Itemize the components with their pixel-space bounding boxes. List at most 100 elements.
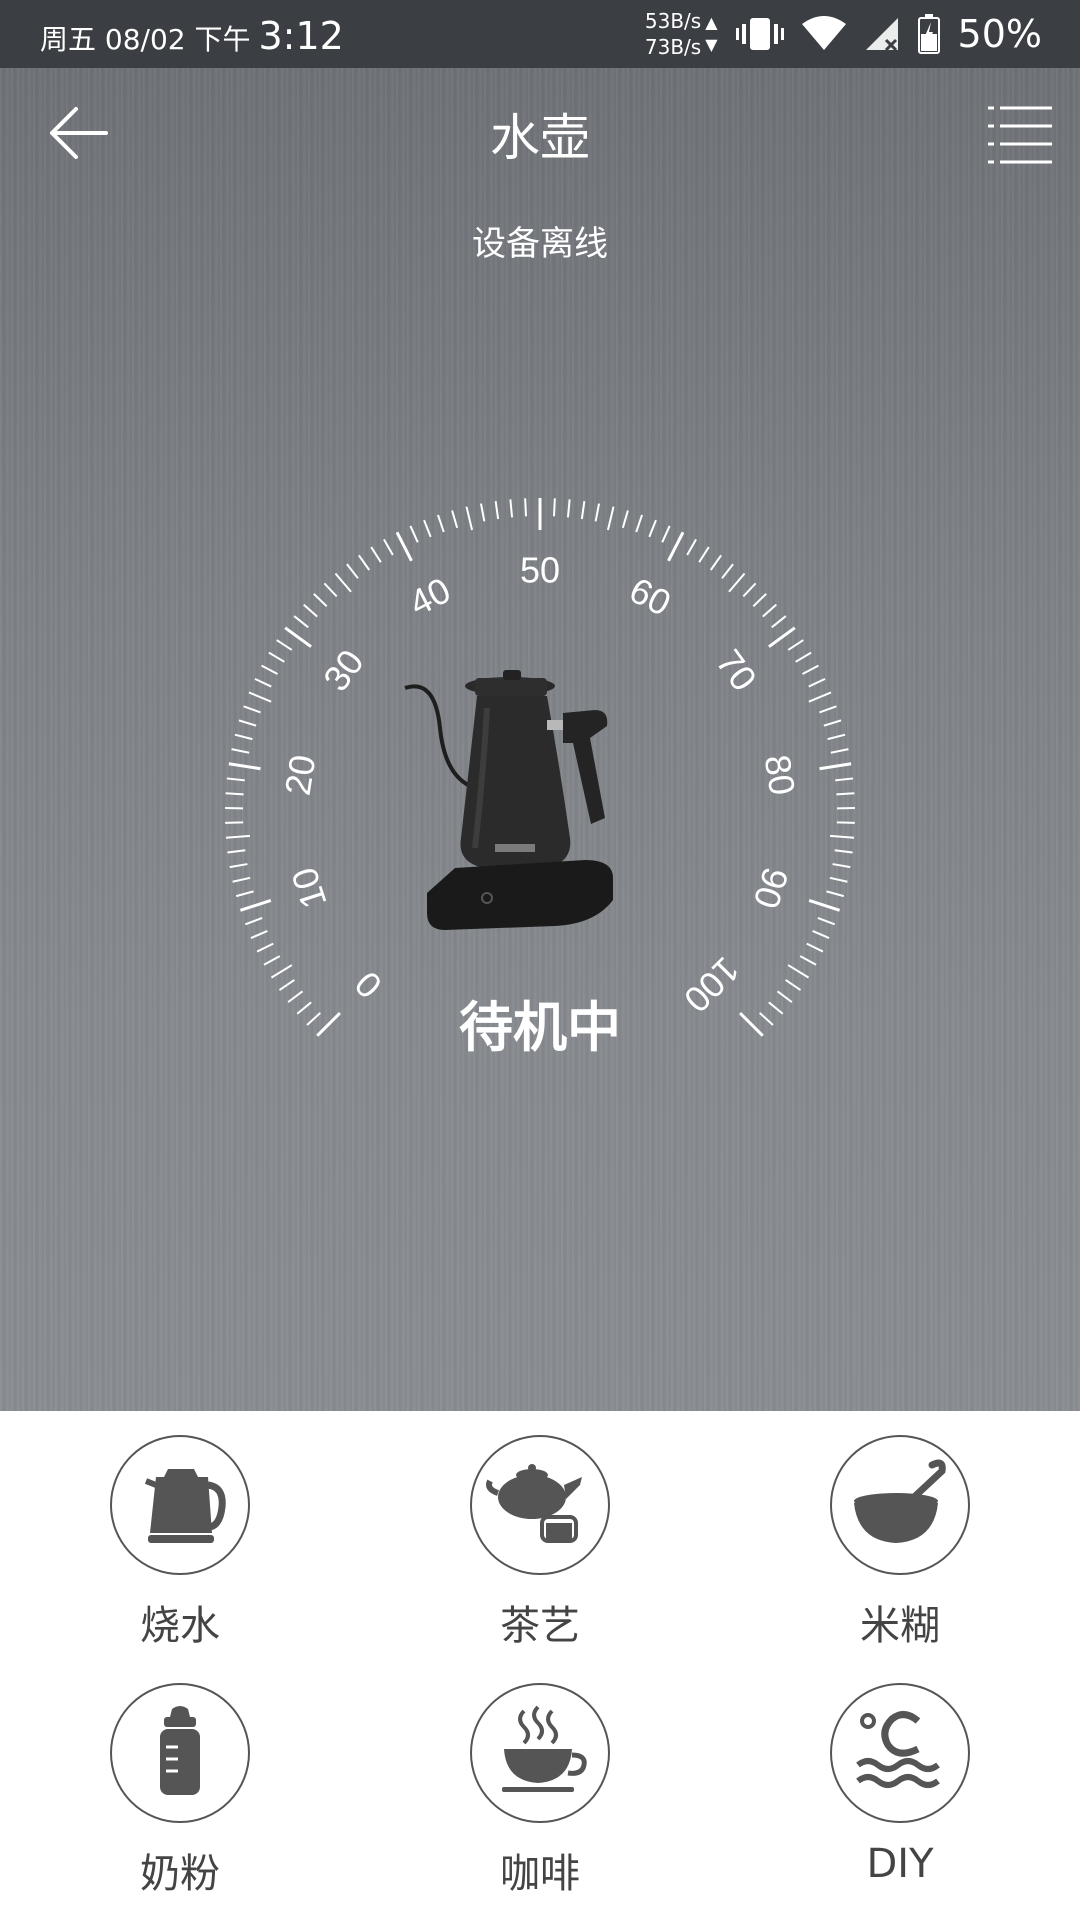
- gauge-tick: [824, 720, 841, 725]
- gauge-tick: [830, 878, 848, 882]
- gauge-tick: [687, 539, 696, 555]
- gauge-tick: [496, 501, 499, 519]
- gauge-tick: [257, 944, 273, 952]
- gauge-tick: [304, 605, 318, 617]
- gauge-tick: [809, 900, 839, 910]
- gauge-tick: [227, 778, 245, 780]
- gauge-tick: [239, 720, 256, 725]
- gauge-tick: [772, 616, 786, 627]
- gauge-tick: [335, 573, 351, 591]
- gauge-tick: [722, 564, 733, 578]
- gauge-tick: [438, 515, 444, 532]
- gauge-tick: [232, 749, 250, 753]
- status-bar: 周五 08/02 下午 3:12 53B/s 73B/s ▲▼: [0, 0, 1080, 68]
- gauge-tick: [831, 749, 849, 753]
- kettle-image: [395, 668, 695, 938]
- gauge-tick: [481, 504, 484, 522]
- gauge-tick: [582, 501, 585, 519]
- gauge-tick: [729, 573, 745, 591]
- updown-arrows-icon: ▲▼: [705, 12, 717, 56]
- gauge-tick: [294, 616, 308, 627]
- gauge-tick: [264, 956, 280, 965]
- mode-grid: 烧水 茶艺 米糊: [0, 1411, 1080, 1920]
- gauge-tick: [230, 864, 248, 867]
- gauge-tick-label: 60: [623, 569, 677, 624]
- gauge-tick: [596, 504, 599, 522]
- gauge-tick: [347, 564, 358, 578]
- gauge-tick: [359, 555, 369, 570]
- gauge-tick-label: 30: [315, 642, 372, 698]
- mode-tea[interactable]: 茶艺: [420, 1435, 660, 1675]
- teapot-icon: [472, 1437, 608, 1573]
- mode-label: 烧水: [60, 1593, 300, 1651]
- gauge-tick: [788, 965, 808, 978]
- gauge-tick: [225, 822, 243, 823]
- mode-label: DIY: [780, 1841, 1020, 1887]
- gauge-tick-label: 90: [745, 863, 796, 914]
- gauge-tick: [835, 850, 853, 852]
- gauge-tick: [623, 511, 628, 528]
- gauge-tick: [452, 511, 457, 528]
- gauge-tick: [833, 864, 851, 867]
- mode-diy[interactable]: DIY: [780, 1683, 1020, 1923]
- gauge-tick: [649, 520, 656, 537]
- gauge-tick: [466, 507, 472, 530]
- gauge-tick: [229, 764, 261, 769]
- gauge-tick: [820, 764, 852, 769]
- gauge-tick: [244, 706, 261, 712]
- battery-percent: 50%: [958, 12, 1042, 56]
- gauge-tick: [802, 666, 818, 674]
- gauge-tick: [668, 532, 683, 561]
- mode-boil-water[interactable]: 烧水: [60, 1435, 300, 1675]
- gauge-tick: [249, 692, 271, 701]
- gauge-tick: [269, 653, 284, 662]
- gauge-tick: [424, 520, 431, 537]
- gauge-tick: [324, 583, 336, 596]
- gauge-tick: [277, 640, 292, 650]
- mode-coffee[interactable]: 咖啡: [420, 1683, 660, 1923]
- gauge-tick: [568, 499, 570, 517]
- status-time: 3:12: [259, 14, 344, 58]
- mode-label: 米糊: [780, 1593, 1020, 1651]
- gauge-tick: [285, 628, 311, 647]
- mode-rice-paste[interactable]: 米糊: [780, 1435, 1020, 1675]
- gauge-tick: [371, 547, 381, 562]
- gauge-tick: [763, 605, 777, 617]
- gauge-tick: [233, 878, 251, 882]
- device-panel: 水壶 设备离线 0102030405060708090100 待机中: [0, 68, 1080, 1411]
- gauge-tick: [227, 850, 245, 852]
- gauge-tick: [525, 498, 526, 516]
- gauge-tick: [826, 891, 843, 896]
- gauge-tick: [510, 499, 512, 517]
- mode-label: 奶粉: [60, 1841, 300, 1899]
- gauge-tick: [788, 640, 803, 650]
- gauge-tick: [235, 735, 252, 739]
- gauge-tick: [314, 594, 327, 607]
- gauge-tick: [828, 735, 845, 739]
- wifi-icon: [802, 16, 846, 52]
- gauge-tick: [384, 539, 393, 555]
- signal-icon: [864, 16, 900, 52]
- gauge-tick: [262, 666, 278, 674]
- gauge-tick: [753, 594, 766, 607]
- celsius-wave-icon: [832, 1685, 968, 1821]
- gauge-tick: [255, 679, 271, 687]
- kettle-icon: [112, 1437, 248, 1573]
- battery-icon: [918, 14, 940, 54]
- bowl-spoon-icon: [832, 1437, 968, 1573]
- gauge-tick: [836, 793, 854, 794]
- coffee-cup-icon: [472, 1685, 608, 1821]
- gauge-tick: [818, 918, 835, 924]
- gauge-tick: [809, 679, 825, 687]
- kettle-status: 待机中: [0, 983, 1080, 1062]
- gauge-tick: [711, 555, 721, 570]
- gauge-tick: [743, 583, 755, 596]
- status-date: 周五 08/02 下午: [40, 18, 251, 58]
- gauge-tick: [837, 822, 855, 823]
- mode-milk-powder[interactable]: 奶粉: [60, 1683, 300, 1923]
- gauge-tick: [410, 526, 417, 542]
- gauge-tick: [807, 944, 823, 952]
- gauge-tick: [251, 931, 268, 938]
- mode-label: 茶艺: [420, 1593, 660, 1651]
- gauge-tick: [809, 692, 831, 701]
